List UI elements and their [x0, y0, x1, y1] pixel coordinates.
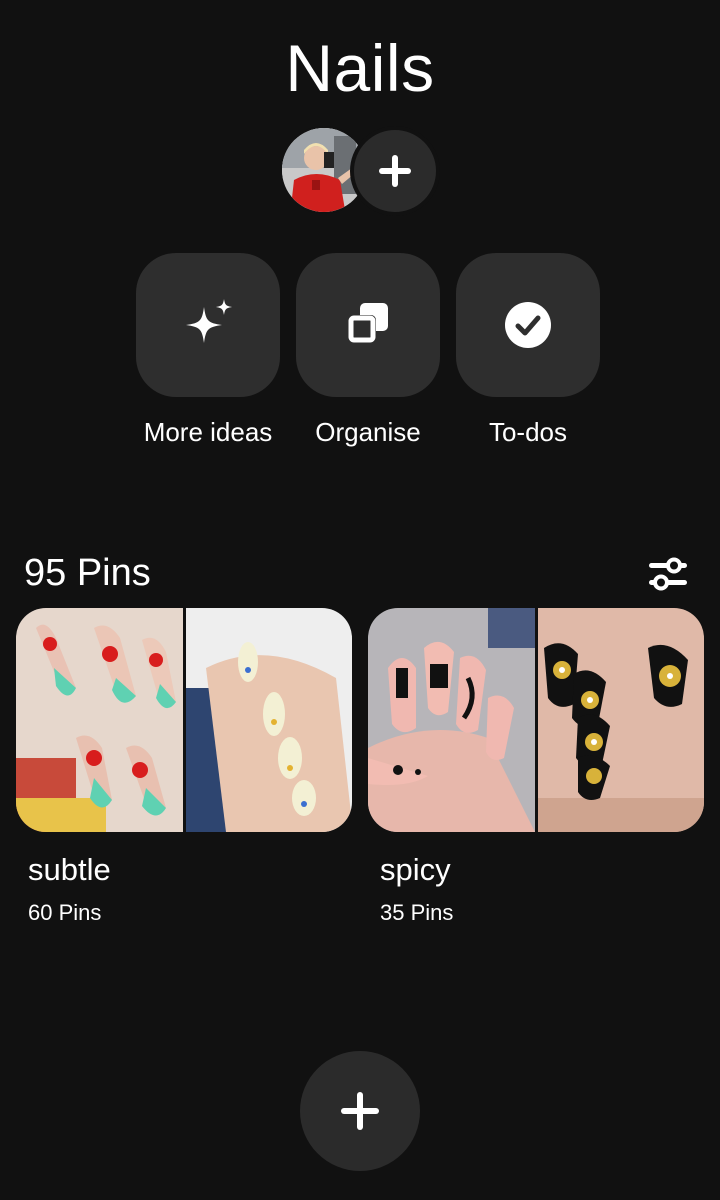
pin-thumbnail: [16, 608, 183, 832]
section-pin-count: 60 Pins: [28, 900, 102, 925]
pin-thumbnail: [185, 608, 352, 832]
more-ideas-tile[interactable]: [136, 253, 280, 397]
filter-sliders-icon: [649, 557, 687, 591]
section-cover[interactable]: [16, 608, 352, 832]
collaborators-row: [280, 126, 440, 216]
plus-icon: [379, 155, 411, 187]
organise-button[interactable]: Organise: [288, 253, 448, 448]
to-dos-tile[interactable]: [456, 253, 600, 397]
board-title: Nails: [285, 31, 435, 105]
section-card-spicy[interactable]: spicy 35 Pins: [368, 608, 704, 926]
add-button[interactable]: [300, 1051, 420, 1171]
board-page: Nails More ideas Organise To-dos 95 Pins…: [0, 0, 720, 1200]
more-ideas-button[interactable]: More ideas: [128, 253, 288, 448]
to-dos-label: To-dos: [488, 417, 568, 447]
sparkle-icon: [186, 299, 232, 343]
nail-image-green-hearts: [16, 608, 183, 832]
nail-image-black-pink: [368, 608, 535, 832]
section-cover[interactable]: [368, 608, 704, 832]
filter-button[interactable]: [644, 550, 692, 598]
add-collaborator-button[interactable]: [350, 126, 440, 216]
organise-label: Organise: [315, 417, 421, 447]
section-name: spicy: [380, 852, 451, 887]
pin-thumbnail: [537, 608, 704, 832]
section-pin-count: 35 Pins: [380, 900, 454, 925]
board-actions: More ideas Organise To-dos: [128, 253, 608, 453]
to-dos-button[interactable]: To-dos: [448, 253, 608, 448]
check-circle-icon: [505, 302, 551, 348]
organise-icon: [348, 303, 388, 343]
section-name: subtle: [28, 852, 111, 887]
nail-image-yellow-flowers: [185, 608, 352, 832]
pin-thumbnail: [368, 608, 535, 832]
section-card-subtle[interactable]: subtle 60 Pins: [16, 608, 352, 926]
organise-tile[interactable]: [296, 253, 440, 397]
pin-count: 95 Pins: [24, 552, 151, 594]
plus-icon: [341, 1092, 379, 1130]
more-ideas-label: More ideas: [143, 417, 273, 447]
nail-image-black-gold-flowers: [537, 608, 704, 832]
